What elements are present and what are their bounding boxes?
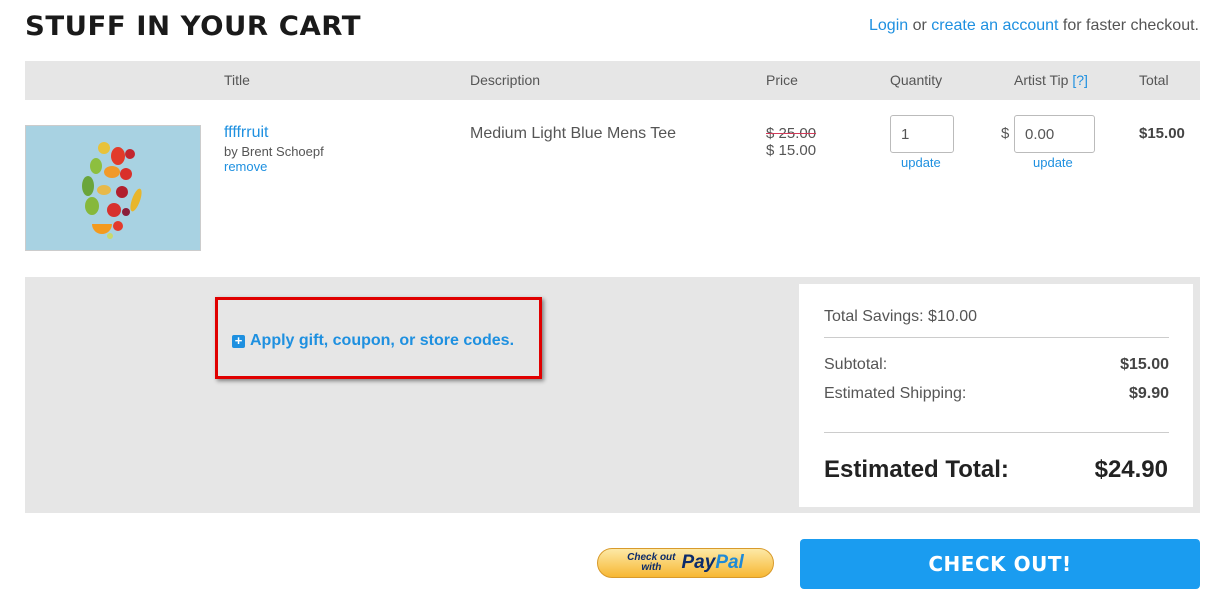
page-title: STUFF IN YOUR CART [25,11,362,42]
summary-divider [824,432,1169,433]
quantity-update-link[interactable]: update [901,155,941,170]
subtotal-label: Subtotal: [824,356,888,373]
total-savings: Total Savings: $10.00 [824,308,977,325]
tip-currency: $ [1001,125,1010,142]
paypal-caption-line2: with [641,562,662,573]
login-or-text: or [908,17,932,34]
row-total: $15.00 [1139,125,1185,142]
header-total: Total [1139,72,1169,88]
quantity-input[interactable] [890,115,954,153]
login-suffix-text: for faster checkout. [1058,17,1199,34]
artist-tip-input[interactable] [1014,115,1095,153]
shipping-value: $9.90 [1128,385,1169,402]
sale-price: $ 15.00 [766,142,817,159]
product-thumbnail[interactable] [25,125,201,251]
paypal-caption: Check out with [627,553,675,573]
subtotal-value: $15.00 [1120,356,1169,373]
estimated-total-value: $24.90 [1094,456,1168,483]
apply-codes-label: Apply gift, coupon, or store codes. [250,332,515,349]
fruit-artwork-image [26,126,200,250]
header-description: Description [470,72,541,88]
shipping-label: Estimated Shipping: [824,385,967,402]
estimated-total-label: Estimated Total: [824,456,1009,483]
paypal-logo-pal: Pal [715,552,744,573]
header-price: Price [766,72,798,88]
header-artist-tip-label: Artist Tip [1014,72,1069,88]
login-prompt: Login or create an account for faster ch… [869,17,1199,35]
paypal-logo-pay: Pay [681,552,716,573]
product-artist: by Brent Schoepf [224,144,324,159]
product-title-link[interactable]: ffffrruit [224,124,268,142]
header-title: Title [224,72,250,88]
header-artist-tip: Artist Tip [?] [1014,72,1088,88]
artist-tip-help-link[interactable]: [?] [1072,72,1088,88]
create-account-link[interactable]: create an account [931,17,1058,34]
remove-link[interactable]: remove [224,159,267,174]
apply-codes-link[interactable]: + Apply gift, coupon, or store codes. [232,332,514,350]
header-quantity: Quantity [890,72,943,88]
paypal-logo: PayPal [682,552,744,574]
checkout-button[interactable]: CHECK OUT! [800,539,1200,589]
product-description: Medium Light Blue Mens Tee [470,125,677,142]
paypal-checkout-button[interactable]: Check out with PayPal [597,548,774,578]
summary-divider [824,337,1169,338]
tip-update-link[interactable]: update [1033,155,1073,170]
plus-icon: + [232,334,245,348]
original-price: $ 25.00 [766,125,817,142]
login-link[interactable]: Login [869,17,908,34]
